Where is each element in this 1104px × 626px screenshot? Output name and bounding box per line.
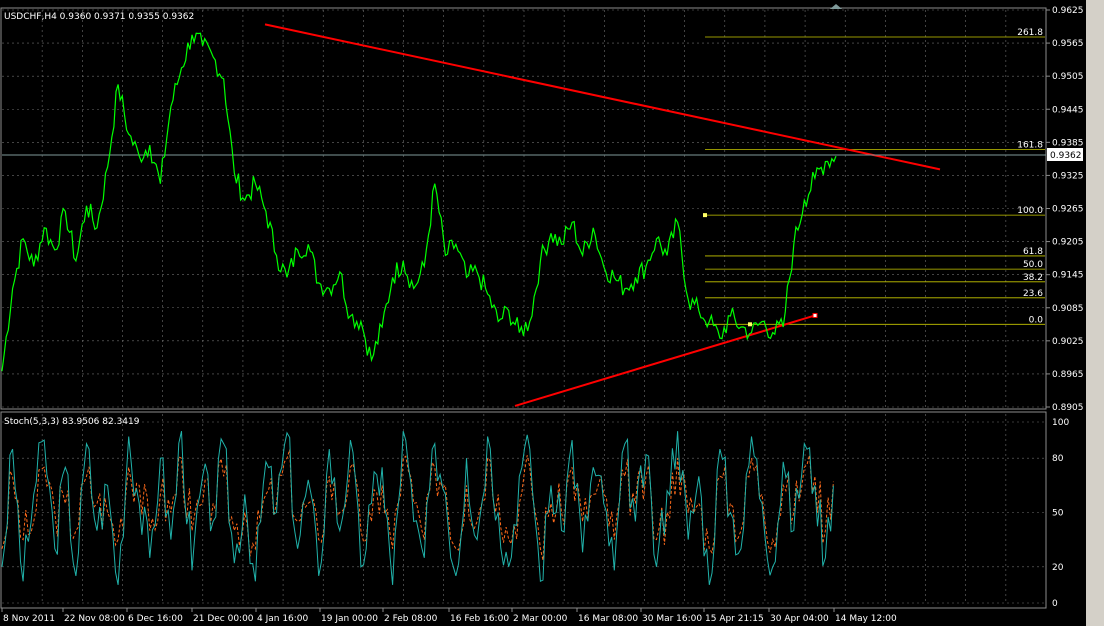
fibo-level-label: 261.8 bbox=[1017, 28, 1043, 38]
fibo-level-label: 0.0 bbox=[1029, 315, 1044, 325]
price-tick-label: 0.9265 bbox=[1052, 205, 1084, 215]
price-tick-label: 0.8905 bbox=[1052, 403, 1084, 413]
price-tick-label: 0.9205 bbox=[1052, 238, 1084, 248]
fibo-level-label: 38.2 bbox=[1023, 273, 1043, 283]
fibo-level-label: 100.0 bbox=[1017, 206, 1043, 216]
fibo-anchor-icon bbox=[748, 322, 752, 327]
price-tick-label: 0.9505 bbox=[1052, 72, 1084, 82]
osc-tick-label: 20 bbox=[1052, 563, 1064, 573]
osc-tick-label: 100 bbox=[1052, 418, 1069, 428]
osc-tick-label: 80 bbox=[1052, 454, 1064, 464]
time-tick-label: 16 Feb 16:00 bbox=[450, 614, 509, 624]
osc-tick-label: 0 bbox=[1052, 599, 1058, 609]
time-tick-label: 30 Apr 04:00 bbox=[770, 614, 829, 624]
price-tick-label: 0.8965 bbox=[1052, 370, 1084, 380]
fibo-anchor-icon bbox=[703, 213, 707, 218]
fibo-level-label: 161.8 bbox=[1017, 141, 1043, 151]
time-tick-label: 16 Mar 08:00 bbox=[578, 614, 638, 624]
price-tick-label: 0.9445 bbox=[1052, 105, 1084, 115]
time-tick-label: 4 Jan 16:00 bbox=[257, 614, 309, 624]
trendline-anchor-icon bbox=[812, 312, 818, 318]
price-tick-label: 0.9565 bbox=[1052, 39, 1084, 49]
chart-background bbox=[0, 0, 1104, 626]
time-tick-label: 30 Mar 16:00 bbox=[642, 614, 702, 624]
right-scrollbar[interactable] bbox=[1086, 0, 1104, 626]
price-tick-label: 0.9385 bbox=[1052, 138, 1084, 148]
time-tick-label: 14 May 12:00 bbox=[835, 614, 897, 624]
price-panel-title: USDCHF,H4 0.9360 0.9371 0.9355 0.9362 bbox=[4, 12, 194, 22]
osc-tick-label: 50 bbox=[1052, 509, 1064, 519]
price-tick-label: 0.9025 bbox=[1052, 337, 1084, 347]
fibo-level-label: 23.6 bbox=[1023, 289, 1043, 299]
time-tick-label: 8 Nov 2011 bbox=[3, 614, 55, 624]
trading-chart[interactable]: 261.8 161.8 100.0 61.8 50.0 38.2 23.6 0.0 0.962… bbox=[0, 0, 1104, 626]
time-tick-label: 22 Nov 08:00 bbox=[64, 614, 125, 624]
current-price-label: 0.9362 bbox=[1050, 151, 1082, 161]
fibo-level-label: 61.8 bbox=[1023, 247, 1043, 257]
time-tick-label: 21 Dec 00:00 bbox=[193, 614, 254, 624]
price-tick-label: 0.9625 bbox=[1052, 6, 1084, 16]
time-tick-label: 2 Mar 00:00 bbox=[513, 614, 568, 624]
time-tick-label: 19 Jan 00:00 bbox=[321, 614, 378, 624]
price-tick-label: 0.9325 bbox=[1052, 171, 1084, 181]
oscillator-panel-title: Stoch(5,3,3) 83.9506 82.3419 bbox=[4, 417, 140, 427]
time-tick-label: 2 Feb 08:00 bbox=[384, 614, 438, 624]
price-tick-label: 0.9085 bbox=[1052, 304, 1084, 314]
fibo-level-label: 50.0 bbox=[1023, 260, 1043, 270]
time-tick-label: 15 Apr 21:15 bbox=[705, 614, 764, 624]
price-tick-label: 0.9145 bbox=[1052, 271, 1084, 281]
time-tick-label: 6 Dec 16:00 bbox=[128, 614, 183, 624]
